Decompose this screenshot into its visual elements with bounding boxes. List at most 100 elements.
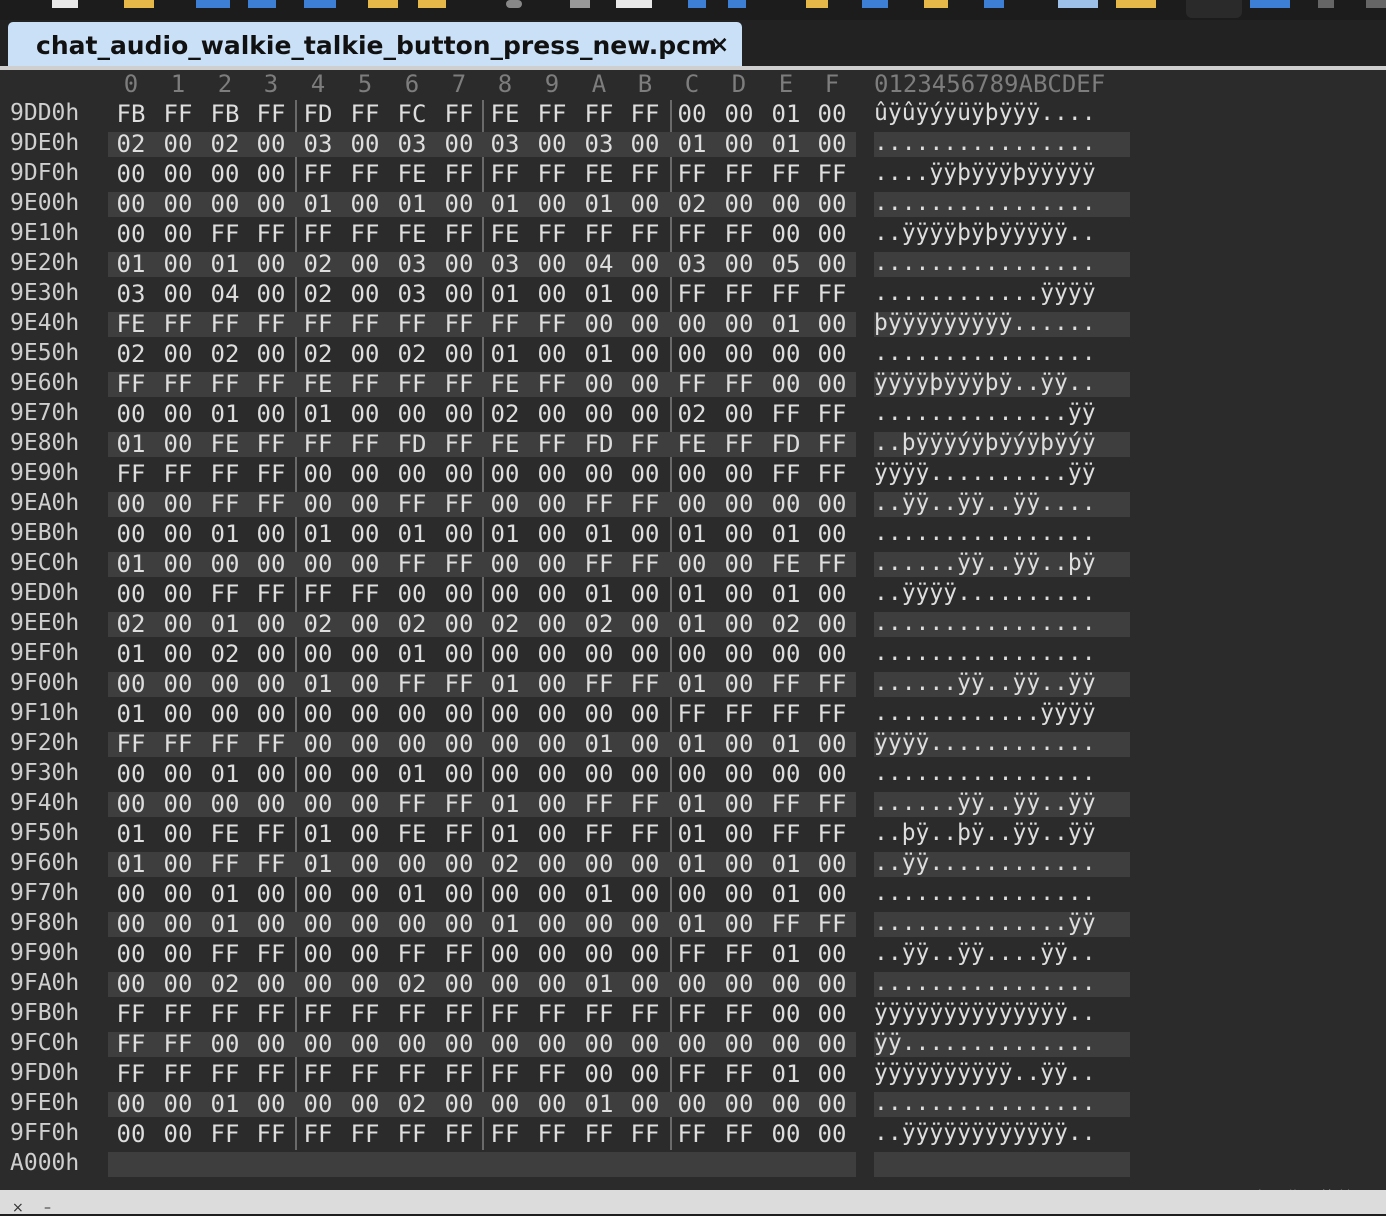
hex-byte[interactable]: 00: [622, 1030, 668, 1058]
hex-byte[interactable]: 00: [389, 700, 435, 728]
hex-byte[interactable]: 00: [436, 880, 482, 908]
hex-byte[interactable]: 02: [389, 970, 435, 998]
hex-byte[interactable]: 00: [342, 970, 388, 998]
hex-byte[interactable]: 00: [622, 850, 668, 878]
hex-byte[interactable]: 01: [202, 610, 248, 638]
hex-byte[interactable]: 00: [763, 970, 809, 998]
ascii-text[interactable]: ÿÿÿÿ............: [874, 730, 1096, 756]
hex-byte[interactable]: 00: [108, 910, 154, 938]
hex-byte[interactable]: FF: [202, 490, 248, 518]
hex-byte[interactable]: 01: [669, 730, 715, 758]
hex-byte[interactable]: 00: [622, 970, 668, 998]
hex-byte[interactable]: FF: [529, 1000, 575, 1028]
hex-byte[interactable]: 00: [482, 940, 528, 968]
hex-byte[interactable]: 00: [669, 760, 715, 788]
hex-byte[interactable]: 00: [576, 760, 622, 788]
hex-byte[interactable]: FF: [342, 1060, 388, 1088]
hex-byte[interactable]: 01: [482, 670, 528, 698]
hex-byte[interactable]: 00: [155, 1120, 201, 1148]
hex-byte[interactable]: FF: [669, 370, 715, 398]
hex-byte[interactable]: 00: [622, 130, 668, 158]
hex-byte[interactable]: 00: [342, 490, 388, 518]
hex-byte[interactable]: FF: [202, 460, 248, 488]
hex-byte[interactable]: FF: [622, 490, 668, 518]
hex-byte[interactable]: 00: [108, 400, 154, 428]
hex-byte[interactable]: 00: [716, 580, 762, 608]
hex-byte[interactable]: 00: [202, 670, 248, 698]
split-icon[interactable]: [1318, 0, 1334, 8]
hex-byte[interactable]: FE: [482, 370, 528, 398]
hex-byte[interactable]: 00: [716, 670, 762, 698]
copy-icon[interactable]: [418, 0, 446, 8]
hex-byte[interactable]: 00: [669, 340, 715, 368]
hex-byte[interactable]: 01: [669, 130, 715, 158]
hex-byte[interactable]: 00: [669, 970, 715, 998]
hex-byte[interactable]: FF: [482, 1120, 528, 1148]
hex-byte[interactable]: 00: [622, 280, 668, 308]
hex-byte[interactable]: 00: [763, 490, 809, 518]
hex-byte[interactable]: 00: [482, 460, 528, 488]
hex-byte[interactable]: 00: [716, 490, 762, 518]
hex-byte[interactable]: FF: [295, 1000, 341, 1028]
hex-byte[interactable]: 01: [669, 790, 715, 818]
hex-byte[interactable]: FF: [482, 1000, 528, 1028]
hex-byte[interactable]: 00: [436, 970, 482, 998]
hex-byte[interactable]: FF: [436, 550, 482, 578]
ascii-text[interactable]: ..ÿÿÿÿ..........: [874, 580, 1096, 606]
hex-byte[interactable]: 04: [576, 250, 622, 278]
hex-byte[interactable]: FE: [295, 370, 341, 398]
hex-byte[interactable]: FF: [809, 820, 855, 848]
hex-byte[interactable]: 00: [576, 700, 622, 728]
hex-byte[interactable]: 00: [622, 700, 668, 728]
hex-byte[interactable]: 00: [155, 160, 201, 188]
hex-byte[interactable]: 00: [436, 340, 482, 368]
hex-byte[interactable]: 00: [576, 310, 622, 338]
hex-byte[interactable]: FF: [202, 1000, 248, 1028]
hex-byte[interactable]: FF: [295, 1060, 341, 1088]
hex-byte[interactable]: FF: [295, 1120, 341, 1148]
hex-byte[interactable]: 00: [202, 700, 248, 728]
hex-byte[interactable]: 00: [809, 1000, 855, 1028]
hex-byte[interactable]: 01: [763, 310, 809, 338]
hex-byte[interactable]: 01: [482, 280, 528, 308]
hex-byte[interactable]: 01: [576, 340, 622, 368]
hex-byte[interactable]: 02: [108, 340, 154, 368]
hex-byte[interactable]: 00: [436, 580, 482, 608]
hex-byte[interactable]: FF: [716, 220, 762, 248]
hex-byte[interactable]: FF: [389, 1060, 435, 1088]
hex-byte[interactable]: FF: [529, 1060, 575, 1088]
hex-byte[interactable]: FE: [482, 100, 528, 128]
hex-byte[interactable]: FF: [108, 460, 154, 488]
hex-byte[interactable]: 03: [295, 130, 341, 158]
hex-byte[interactable]: 00: [809, 760, 855, 788]
hex-byte[interactable]: 00: [342, 730, 388, 758]
hex-byte[interactable]: FE: [389, 820, 435, 848]
hex-byte[interactable]: 00: [108, 670, 154, 698]
hex-byte[interactable]: 00: [342, 460, 388, 488]
hex-byte[interactable]: 01: [763, 1060, 809, 1088]
ascii-text[interactable]: ÿÿÿÿÿÿÿÿÿÿÿÿÿÿ..: [874, 1000, 1096, 1026]
hex-byte[interactable]: 04: [202, 280, 248, 308]
ascii-text[interactable]: ..ÿÿ............: [874, 850, 1096, 876]
font-icon[interactable]: [862, 0, 888, 8]
hex-byte[interactable]: 01: [763, 130, 809, 158]
hex-byte[interactable]: 00: [529, 730, 575, 758]
hex-byte[interactable]: 00: [529, 340, 575, 368]
hex-byte[interactable]: 01: [576, 970, 622, 998]
hex-byte[interactable]: FF: [529, 1120, 575, 1148]
hex-byte[interactable]: 00: [716, 1090, 762, 1118]
hex-byte[interactable]: FF: [576, 820, 622, 848]
tab-active-file[interactable]: chat_audio_walkie_talkie_button_press_ne…: [8, 22, 742, 68]
hex-byte[interactable]: 02: [202, 640, 248, 668]
hex-byte[interactable]: FF: [716, 280, 762, 308]
hex-byte[interactable]: 00: [155, 940, 201, 968]
hex-byte[interactable]: 00: [529, 490, 575, 518]
hex-byte[interactable]: 00: [716, 820, 762, 848]
link-icon[interactable]: [506, 0, 522, 8]
hex-byte[interactable]: 00: [482, 1030, 528, 1058]
hex-byte[interactable]: FF: [155, 100, 201, 128]
hex-byte[interactable]: FF: [763, 700, 809, 728]
hex-byte[interactable]: 00: [576, 370, 622, 398]
hex-byte[interactable]: FE: [389, 220, 435, 248]
hex-byte[interactable]: 00: [295, 460, 341, 488]
